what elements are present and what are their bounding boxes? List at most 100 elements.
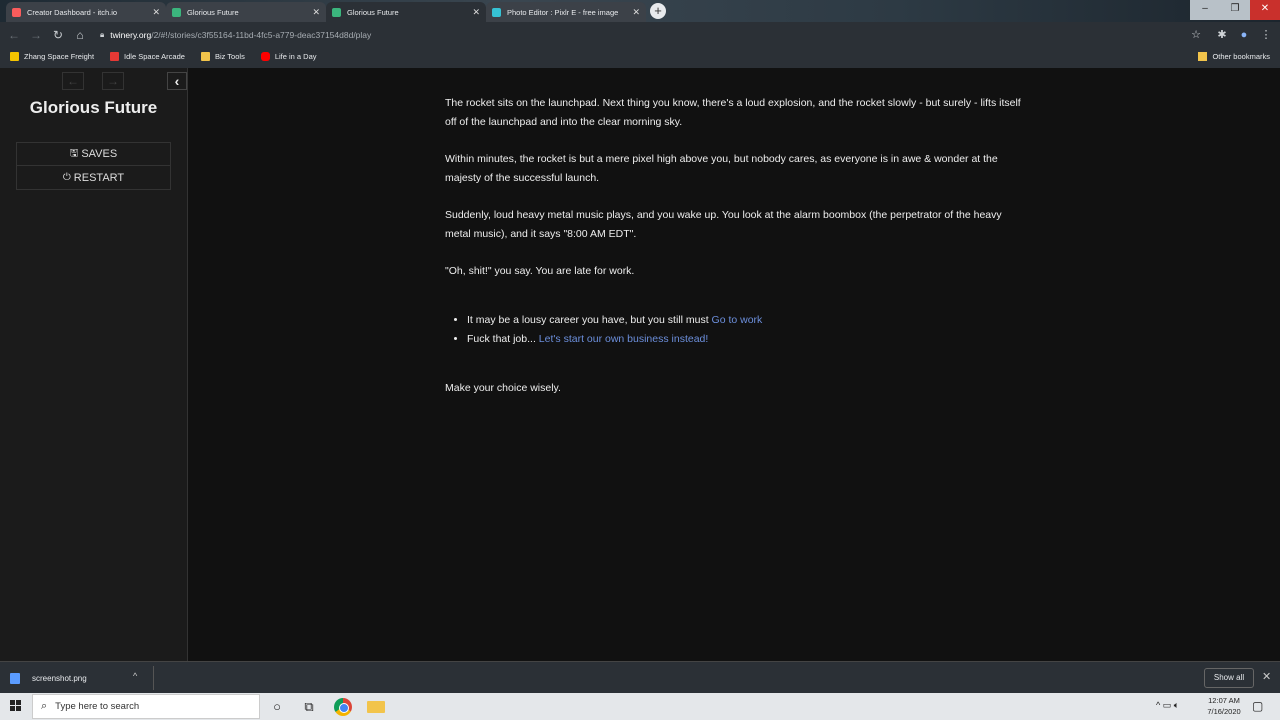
close-icon[interactable]: ✕ bbox=[1262, 670, 1271, 683]
star-icon[interactable]: ☆ bbox=[1188, 27, 1204, 43]
home-icon[interactable]: ⌂ bbox=[72, 27, 88, 43]
reload-icon[interactable]: ↻ bbox=[50, 27, 66, 43]
choice-list: It may be a lousy career you have, but y… bbox=[467, 311, 1025, 349]
chevron-up-icon[interactable]: ^ bbox=[1156, 700, 1160, 710]
passage-paragraph: The rocket sits on the launchpad. Next t… bbox=[445, 97, 1021, 128]
new-tab-button[interactable]: + bbox=[650, 3, 666, 19]
bookmark-biz-tools[interactable]: Biz Tools bbox=[200, 51, 245, 61]
floppy-icon: 🖫 bbox=[69, 147, 79, 159]
close-icon[interactable]: ✕ bbox=[472, 7, 480, 18]
task-view-icon[interactable]: ⧉ bbox=[300, 698, 318, 716]
saves-label: SAVES bbox=[81, 148, 118, 160]
close-icon[interactable]: ✕ bbox=[152, 7, 160, 18]
back-icon[interactable]: ← bbox=[6, 27, 22, 43]
windows-start-icon[interactable] bbox=[10, 700, 22, 712]
lock-icon: 🔒︎ bbox=[100, 30, 105, 39]
tab-title: Glorious Future bbox=[347, 7, 399, 17]
power-icon: ⏻ bbox=[62, 172, 71, 183]
passage-paragraph: Within minutes, the rocket is but a mere… bbox=[445, 153, 998, 184]
chevron-up-icon[interactable]: ^ bbox=[133, 671, 137, 681]
tab-glorious-1[interactable]: Glorious Future ✕ bbox=[166, 2, 326, 22]
minimize-button[interactable]: – bbox=[1190, 0, 1220, 20]
tab-strip: Creator Dashboard - itch.io ✕ Glorious F… bbox=[0, 0, 1280, 22]
file-explorer-icon[interactable] bbox=[367, 701, 385, 713]
restore-button[interactable]: ❐ bbox=[1220, 0, 1250, 20]
arcade-icon bbox=[110, 51, 120, 61]
history-forward-icon: → bbox=[102, 72, 124, 90]
tab-itch[interactable]: Creator Dashboard - itch.io ✕ bbox=[6, 2, 166, 22]
browser-toolbar: ← → ↻ ⌂ 🔒︎ twinery.org /2/#!/stories/c3f… bbox=[0, 24, 1280, 46]
itch-icon bbox=[12, 7, 21, 17]
saves-button[interactable]: 🖫 SAVES bbox=[17, 143, 170, 166]
chrome-icon[interactable] bbox=[334, 698, 352, 716]
divider bbox=[153, 666, 154, 690]
taskbar: ⌕ Type here to search ○ ⧉ ^ ▭ 🔈︎ 12:07 A… bbox=[0, 693, 1280, 720]
sidebar-collapse-button[interactable]: ‹ bbox=[167, 72, 187, 90]
download-filename: screenshot.png bbox=[32, 673, 87, 683]
twine-icon bbox=[172, 7, 181, 17]
z-icon bbox=[10, 51, 19, 61]
tab-glorious-2[interactable]: Glorious Future ✕ bbox=[326, 2, 486, 22]
clock-time: 12:07 AM bbox=[1208, 696, 1240, 705]
url-path: /2/#!/stories/c3f55164-11bd-4fc5-a779-de… bbox=[151, 30, 372, 40]
pixlr-icon bbox=[492, 7, 501, 17]
story-passage: The rocket sits on the launchpad. Next t… bbox=[445, 94, 1025, 416]
story-menu: 🖫 SAVES ⏻ RESTART bbox=[16, 142, 171, 190]
show-all-button[interactable]: Show all bbox=[1204, 668, 1254, 688]
window-close-button[interactable]: ✕ bbox=[1250, 0, 1280, 20]
clock-date: 7/16/2020 bbox=[1207, 707, 1241, 716]
restart-label: RESTART bbox=[73, 171, 125, 184]
network-icon[interactable]: ▭ bbox=[1163, 700, 1172, 710]
folder-icon bbox=[200, 51, 210, 61]
extensions-icon[interactable]: ✱ bbox=[1214, 27, 1230, 43]
restart-button[interactable]: ⏻ RESTART bbox=[17, 166, 170, 189]
file-icon bbox=[10, 672, 20, 684]
download-bar: screenshot.png ^ Show all ✕ bbox=[0, 661, 1280, 693]
bookmark-idle-space[interactable]: Idle Space Arcade bbox=[110, 51, 185, 61]
youtube-icon bbox=[260, 51, 270, 61]
system-tray[interactable]: ^ ▭ 🔈︎ bbox=[1156, 700, 1179, 711]
cortana-icon[interactable]: ○ bbox=[268, 698, 286, 716]
close-icon[interactable]: ✕ bbox=[312, 7, 320, 18]
folder-icon bbox=[1198, 51, 1208, 61]
other-bookmarks-label: Other bookmarks bbox=[1212, 51, 1270, 61]
tab-title: Creator Dashboard - itch.io bbox=[27, 7, 118, 17]
close-icon[interactable]: ✕ bbox=[632, 7, 640, 18]
search-placeholder: Type here to search bbox=[55, 701, 140, 712]
start-business-link[interactable]: Let's start our own business instead! bbox=[539, 333, 709, 345]
bookmark-label: Zhang Space Freight bbox=[24, 51, 95, 61]
passage-paragraph: Suddenly, loud heavy metal music plays, … bbox=[445, 209, 1002, 240]
url-host: twinery.org bbox=[110, 30, 152, 40]
choice-item: It may be a lousy career you have, but y… bbox=[467, 311, 1025, 330]
tab-title: Glorious Future bbox=[187, 7, 239, 17]
choice-text: It may be a lousy career you have, but y… bbox=[467, 314, 712, 326]
twine-icon bbox=[332, 7, 341, 17]
clock[interactable]: 12:07 AM 7/16/2020 bbox=[1200, 695, 1248, 717]
tab-pixlr[interactable]: Photo Editor : Pixlr E - free image ✕ bbox=[486, 2, 646, 22]
menu-icon[interactable]: ⋮ bbox=[1258, 27, 1274, 43]
passage-paragraph: Make your choice wisely. bbox=[445, 382, 561, 394]
bookmark-life-in-a-day[interactable]: Life in a Day bbox=[260, 51, 317, 61]
story-sidebar: ← → ‹ Glorious Future 🖫 SAVES ⏻ RESTART bbox=[0, 68, 188, 661]
profile-icon[interactable]: ● bbox=[1236, 27, 1252, 43]
search-icon: ⌕ bbox=[41, 700, 48, 712]
bookmark-zhang[interactable]: Zhang Space Freight bbox=[10, 51, 95, 61]
story-title: Glorious Future bbox=[29, 98, 158, 117]
address-bar[interactable]: 🔒︎ twinery.org /2/#!/stories/c3f55164-11… bbox=[100, 27, 1200, 43]
forward-icon[interactable]: → bbox=[28, 27, 44, 43]
go-to-work-link[interactable]: Go to work bbox=[712, 314, 763, 326]
download-item[interactable]: screenshot.png bbox=[10, 668, 87, 688]
bookmark-label: Life in a Day bbox=[274, 51, 317, 61]
taskbar-search[interactable]: ⌕ Type here to search bbox=[32, 694, 260, 719]
notifications-icon[interactable]: ▢ bbox=[1252, 699, 1263, 713]
bookmark-label: Idle Space Arcade bbox=[124, 51, 185, 61]
bookmark-label: Biz Tools bbox=[214, 51, 245, 61]
history-back-icon: ← bbox=[62, 72, 84, 90]
other-bookmarks[interactable]: Other bookmarks bbox=[1198, 47, 1270, 65]
bookmarks-bar: Zhang Space Freight Idle Space Arcade Bi… bbox=[0, 47, 1280, 65]
volume-icon[interactable]: 🔈︎ bbox=[1174, 700, 1179, 710]
tab-title: Photo Editor : Pixlr E - free image bbox=[507, 7, 619, 17]
choice-item: Fuck that job... Let's start our own bus… bbox=[467, 330, 1025, 349]
choice-text: Fuck that job... bbox=[467, 333, 539, 345]
passage-paragraph: "Oh, shit!" you say. You are late for wo… bbox=[445, 265, 635, 277]
